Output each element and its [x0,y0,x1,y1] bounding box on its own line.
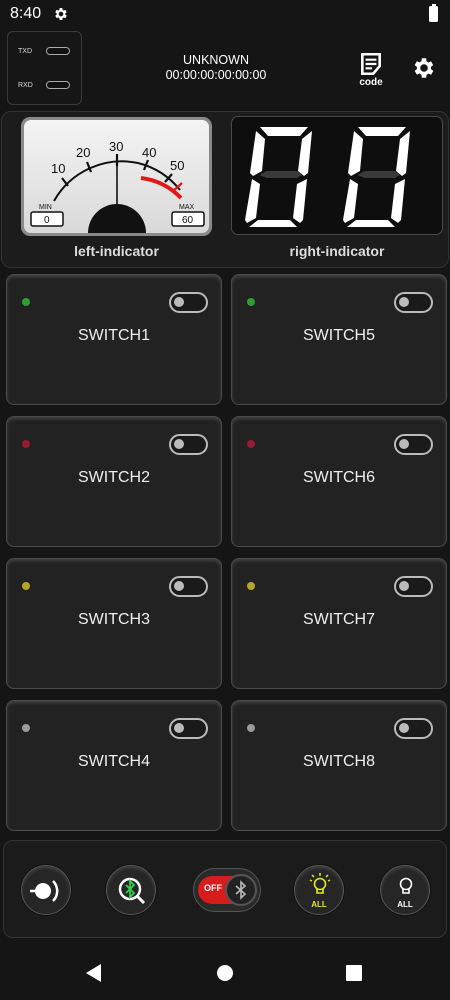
switch-label: SWITCH2 [78,469,150,486]
gauge-min-label: MIN [39,204,52,211]
device-name: UNKNOWN [183,53,249,67]
system-nav-bar [0,946,450,1000]
gauge-tick-label: 10 [51,161,65,176]
switch-label: SWITCH6 [303,469,375,486]
switch-card-3[interactable]: SWITCH3 [6,558,222,689]
gauge-tick-label: 30 [109,139,123,154]
toggle-switch[interactable] [169,576,208,597]
toggle-switch[interactable] [394,292,433,313]
bluetooth-icon [225,874,257,906]
device-address: 00:00:00:00:00:00 [165,68,267,82]
toggle-knob [174,297,184,307]
toggle-off-label: OFF [204,883,222,893]
switch-card-5[interactable]: SWITCH5 [231,274,447,405]
all-lights-on-button[interactable]: ALL [294,865,344,915]
header: TXD RXD UNKNOWN 00:00:00:00:00:00 code [0,28,450,108]
status-led [22,582,30,590]
gauge-min-value: 0 [44,215,50,226]
right-indicator-label: right-indicator [289,243,385,259]
scan-bluetooth-button[interactable] [106,865,156,915]
toggle-switch[interactable] [394,718,433,739]
switch-card-1[interactable]: SWITCH1 [6,274,222,405]
gauge-tick-label: 40 [142,145,156,160]
switch-label: SWITCH3 [78,611,150,628]
toggle-knob [399,439,409,449]
toggle-knob [174,581,184,591]
gear-icon [414,58,434,78]
status-led [22,724,30,732]
gauge-tick-label: 20 [76,145,90,160]
bottom-toolbar: OFF ALL ALL [3,840,447,938]
status-led [247,724,255,732]
digit-1 [245,127,312,227]
left-gauge: 10 20 30 40 50 MIN MAX 0 60 [21,117,212,236]
code-label: code [359,77,383,88]
bluetooth-search-icon [118,877,146,905]
toggle-switch[interactable] [169,434,208,455]
toggle-switch[interactable] [394,576,433,597]
toggle-knob [399,297,409,307]
status-led [22,440,30,448]
comm-status-box: TXD RXD [7,31,82,105]
switch-label: SWITCH7 [303,611,375,628]
device-info: UNKNOWN 00:00:00:00:00:00 [140,53,292,83]
switch-card-8[interactable]: SWITCH8 [231,700,447,831]
settings-notification-icon [55,8,67,20]
home-icon[interactable] [217,965,233,981]
left-indicator-label: left-indicator [74,243,159,259]
bluetooth-power-toggle[interactable]: OFF [193,868,261,912]
toggle-knob [399,581,409,591]
switch-card-6[interactable]: SWITCH6 [231,416,447,547]
toggle-switch[interactable] [394,434,433,455]
rxd-label: RXD [18,81,33,89]
switch-card-2[interactable]: SWITCH2 [6,416,222,547]
switch-label: SWITCH5 [303,327,375,344]
code-button[interactable]: code [356,51,386,91]
connect-device-button[interactable] [21,865,71,915]
all-on-label: ALL [311,900,327,909]
status-led [247,582,255,590]
switch-card-4[interactable]: SWITCH4 [6,700,222,831]
txd-label: TXD [18,47,32,55]
gauge-max-label: MAX [179,204,195,211]
all-off-label: ALL [397,900,413,909]
switch-label: SWITCH8 [303,753,375,770]
status-led [247,440,255,448]
toggle-knob [174,723,184,733]
toggle-knob [174,439,184,449]
status-led [247,298,255,306]
switch-card-7[interactable]: SWITCH7 [231,558,447,689]
toggle-switch[interactable] [169,718,208,739]
recents-icon[interactable] [346,965,362,981]
indicator-panel: 10 20 30 40 50 MIN MAX 0 60 left-indicat… [1,111,449,268]
all-lights-off-button[interactable]: ALL [380,865,430,915]
toggle-knob [399,723,409,733]
back-icon[interactable] [86,964,101,982]
status-bar: 8:40 [0,0,450,28]
battery-icon [429,4,438,22]
switch-label: SWITCH4 [78,753,150,770]
switch-label: SWITCH1 [78,327,150,344]
gauge-tick-label: 50 [170,158,184,173]
txd-led [46,47,70,55]
settings-button[interactable] [411,55,437,81]
seven-segment-display: 00 [231,116,443,235]
status-time: 8:40 [10,5,42,22]
rxd-led [46,81,70,89]
seven-segment-digits [245,127,410,227]
toggle-switch[interactable] [169,292,208,313]
digit-2 [343,127,410,227]
gauge-max-value: 60 [182,215,194,226]
txd-row: TXD [18,47,70,55]
status-led [22,298,30,306]
rxd-row: RXD [18,81,70,89]
code-note-icon [361,52,381,76]
connect-icon [30,880,59,902]
